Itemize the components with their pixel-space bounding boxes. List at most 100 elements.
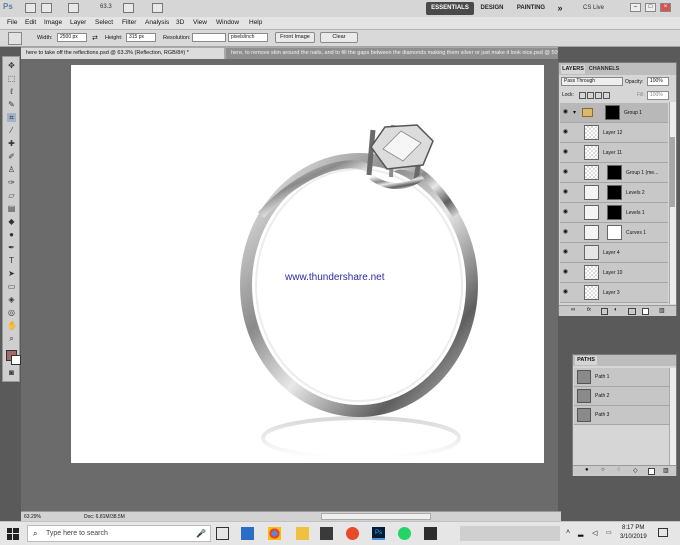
fill-field[interactable]: 100% (647, 91, 669, 100)
task-view-icon[interactable] (216, 527, 229, 540)
layer-row-levels-1[interactable]: ◉ Levels 1 (560, 203, 668, 223)
hand-tool-icon[interactable]: ✋ (7, 321, 17, 330)
paths-scrollbar[interactable] (669, 368, 676, 465)
adjustment-icon[interactable]: ◐ (614, 307, 618, 313)
mini-bridge-icon[interactable] (41, 3, 52, 13)
view-extras-icon[interactable] (68, 3, 79, 13)
lock-image-icon[interactable] (587, 92, 594, 99)
visibility-eye-icon[interactable]: ◉ (562, 229, 569, 236)
fill-path-icon[interactable]: ● (585, 467, 589, 473)
new-path-icon[interactable] (648, 468, 655, 475)
crop-tool-preset-icon[interactable] (8, 32, 22, 45)
clone-stamp-tool-icon[interactable]: ♙ (7, 165, 16, 174)
visibility-eye-icon[interactable]: ◉ (562, 149, 569, 156)
layer-row-layer-11[interactable]: ◉ Layer 11 (560, 143, 668, 163)
image-canvas[interactable] (71, 65, 544, 463)
layers-scrollbar[interactable] (669, 102, 676, 304)
workspace-painting-button[interactable]: PAINTING (512, 2, 550, 15)
width-field[interactable]: 2500 px (57, 33, 87, 42)
crop-tool-icon[interactable]: ⌗ (7, 113, 16, 122)
layer-mask-thumbnail[interactable] (607, 165, 622, 180)
taskbar-search-box[interactable]: ⌕ Type here to search 🎤 (27, 525, 211, 542)
screen-mode-icon[interactable] (152, 3, 163, 13)
move-tool-icon[interactable]: ✥ (7, 61, 16, 70)
menu-view[interactable]: View (193, 19, 207, 26)
bridge-icon[interactable] (25, 3, 36, 13)
clock-time[interactable]: 8:17 PM (622, 525, 644, 531)
edge-browser-icon[interactable] (241, 527, 254, 540)
media-app-icon[interactable] (320, 527, 333, 540)
height-field[interactable]: 315 px (126, 33, 156, 42)
photos-app-icon[interactable] (424, 527, 437, 540)
resolution-unit-select[interactable]: pixels/inch (228, 33, 268, 42)
layer-mask-thumbnail[interactable] (605, 105, 620, 120)
tab-layers[interactable]: LAYERS (561, 65, 585, 74)
maximize-icon[interactable]: □ (645, 3, 656, 12)
tab-ring-doc[interactable]: here, to remove skin around the nails, a… (226, 48, 558, 59)
layer-mask-thumbnail[interactable] (607, 225, 622, 240)
resolution-field[interactable] (192, 33, 226, 42)
menu-file[interactable]: File (7, 19, 17, 26)
shape-tool-icon[interactable]: ▭ (7, 282, 16, 291)
layer-row-layer-12[interactable]: ◉ Layer 12 (560, 123, 668, 143)
path-selection-tool-icon[interactable]: ➤ (7, 269, 16, 278)
dodge-tool-icon[interactable]: ● (7, 230, 16, 239)
layer-row-layer-4[interactable]: ◉ Layer 4 (560, 243, 668, 263)
visibility-eye-icon[interactable]: ◉ (562, 109, 569, 116)
layer-row-curves-1[interactable]: ◉ Curves 1 (560, 223, 668, 243)
visibility-eye-icon[interactable]: ◉ (562, 249, 569, 256)
stroke-path-icon[interactable]: ○ (601, 467, 605, 473)
new-layer-icon[interactable] (642, 308, 649, 315)
front-image-button[interactable]: Front Image (275, 32, 315, 43)
path-row-2[interactable]: Path 2 (574, 387, 669, 406)
workspace-essentials-button[interactable]: ESSENTIALS (426, 2, 474, 15)
visibility-eye-icon[interactable]: ◉ (562, 129, 569, 136)
history-brush-tool-icon[interactable]: ✑ (7, 178, 16, 187)
menu-filter[interactable]: Filter (122, 19, 136, 26)
lock-transparent-icon[interactable] (579, 92, 586, 99)
quick-mask-icon[interactable]: ◙ (7, 368, 16, 377)
path-row-3[interactable]: Path 3 (574, 406, 669, 425)
load-selection-icon[interactable]: ◌ (617, 467, 621, 473)
menu-layer[interactable]: Layer (70, 19, 86, 26)
gradient-tool-icon[interactable]: ▤ (7, 204, 16, 213)
chrome-profile-icon[interactable] (346, 527, 359, 540)
eyedropper-tool-icon[interactable]: ⁄ (7, 126, 16, 135)
mask-icon[interactable] (601, 308, 608, 315)
visibility-eye-icon[interactable]: ◉ (562, 209, 569, 216)
tab-paths[interactable]: PATHS (575, 356, 597, 365)
network-icon[interactable]: ▂ (578, 529, 583, 537)
windows-start-icon[interactable] (7, 528, 19, 540)
layer-row-group-1[interactable]: ◉ ▾ Group 1 (560, 103, 668, 123)
language-icon[interactable]: ▭ (606, 529, 612, 536)
cs-live-button[interactable]: CS Live (583, 5, 604, 11)
3d-orbit-tool-icon[interactable]: ◎ (7, 308, 16, 317)
path-row-1[interactable]: Path 1 (574, 368, 669, 387)
visibility-eye-icon[interactable]: ◉ (562, 169, 569, 176)
blur-tool-icon[interactable]: ◆ (7, 217, 16, 226)
marquee-tool-icon[interactable]: ⬚ (7, 74, 16, 83)
volume-icon[interactable]: ◁ (592, 529, 597, 537)
tab-reflections-doc[interactable]: here to take off the reflections.psd @ 6… (21, 48, 224, 59)
horizontal-scrollbar[interactable] (321, 513, 431, 520)
file-explorer-icon[interactable] (296, 527, 309, 540)
visibility-eye-icon[interactable]: ◉ (562, 189, 569, 196)
3d-rotate-tool-icon[interactable]: ◈ (7, 295, 16, 304)
clear-button[interactable]: Clear (320, 32, 358, 43)
layer-mask-thumbnail[interactable] (607, 185, 622, 200)
background-color-swatch[interactable] (11, 355, 21, 365)
arrange-documents-icon[interactable] (123, 3, 134, 13)
lasso-tool-icon[interactable]: ℓ (7, 87, 16, 96)
menu-edit[interactable]: Edit (25, 19, 36, 26)
trash-icon[interactable]: ▥ (659, 307, 665, 314)
layer-row-layer-3[interactable]: ◉ Layer 3 (560, 283, 668, 303)
healing-brush-tool-icon[interactable]: ✚ (7, 139, 16, 148)
notifications-icon[interactable] (658, 528, 668, 537)
quick-selection-tool-icon[interactable]: ✎ (7, 100, 16, 109)
blend-mode-select[interactable]: Pass Through (561, 77, 623, 86)
menu-image[interactable]: Image (44, 19, 62, 26)
expand-arrow-icon[interactable]: ▾ (573, 109, 576, 116)
clock-date[interactable]: 3/10/2019 (620, 534, 647, 540)
visibility-eye-icon[interactable]: ◉ (562, 269, 569, 276)
photoshop-taskbar-icon[interactable]: Ps (372, 527, 385, 540)
